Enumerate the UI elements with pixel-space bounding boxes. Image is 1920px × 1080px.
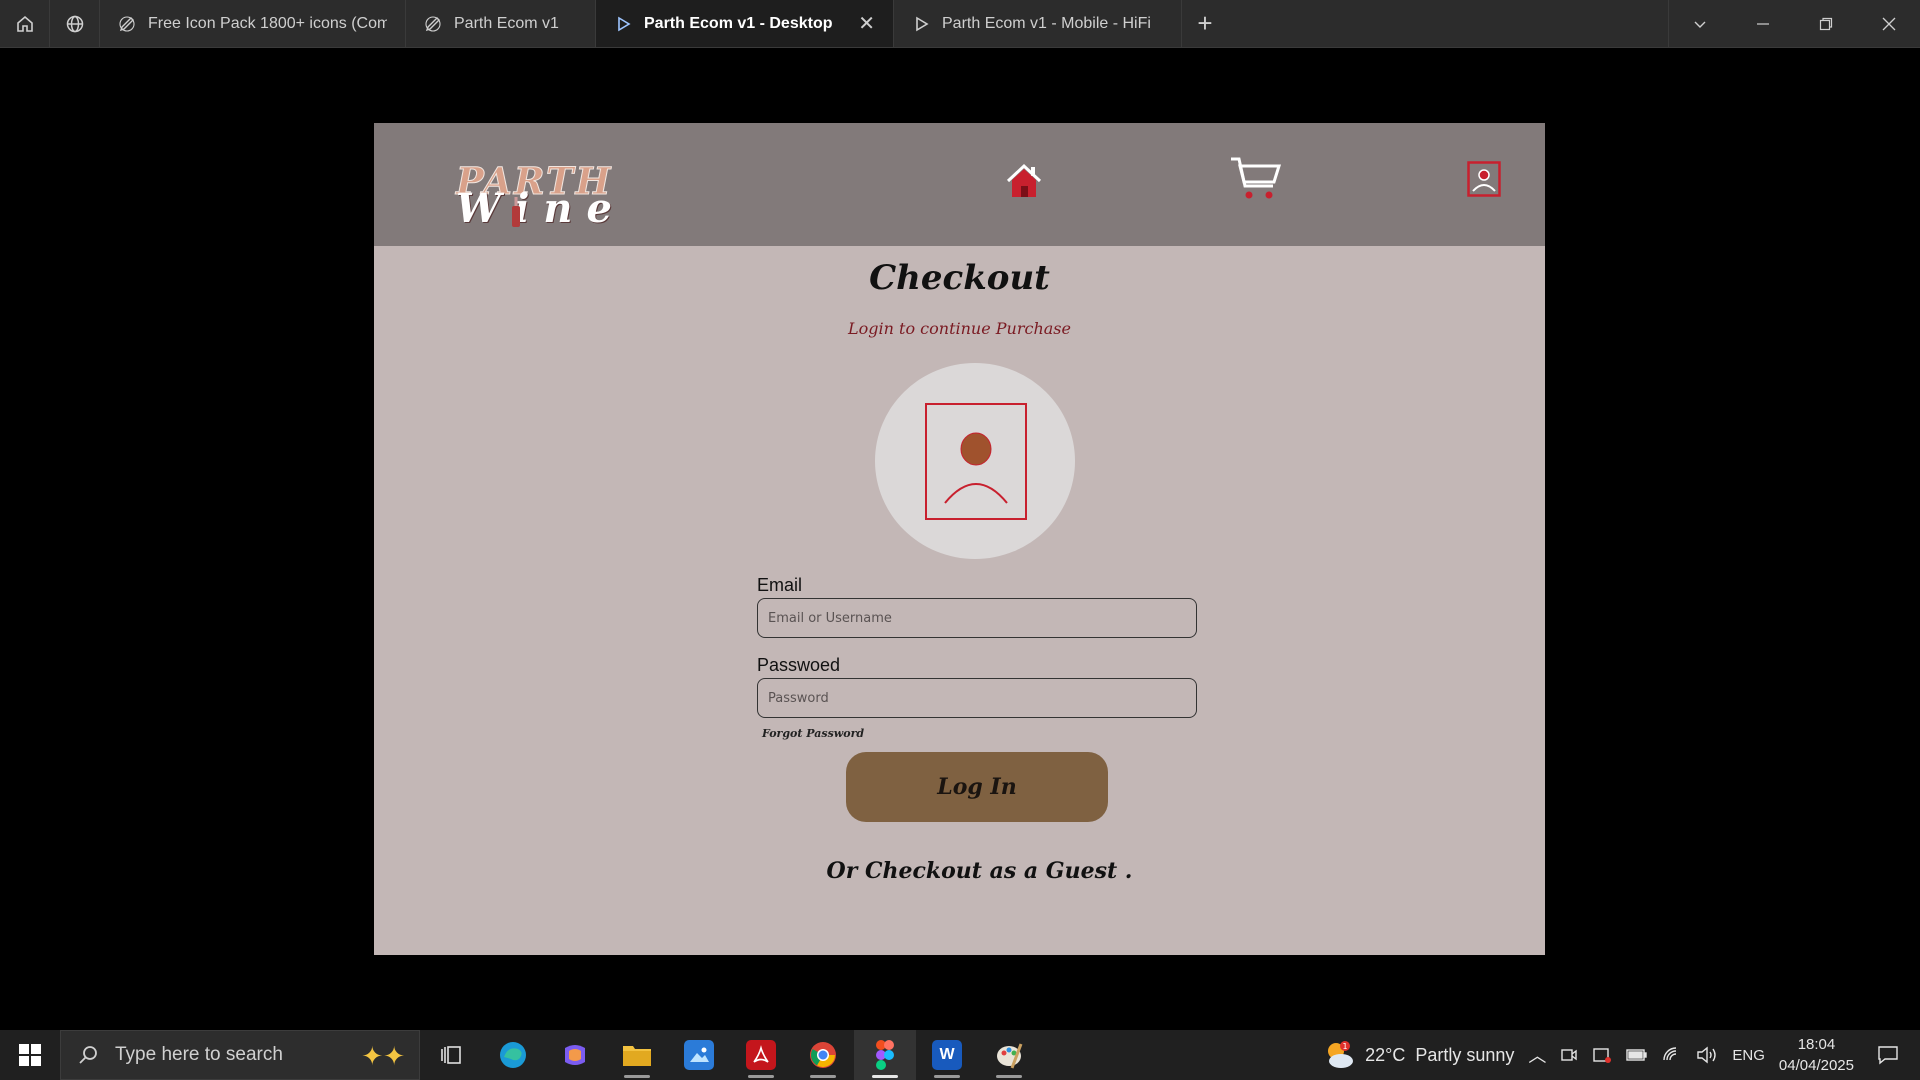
tab-bar-spacer bbox=[1228, 0, 1668, 47]
windows-taskbar: Type here to search ✦✦ W 1 22°C Partly s… bbox=[0, 1030, 1920, 1080]
paint-icon[interactable] bbox=[978, 1030, 1040, 1080]
taskbar-search-box[interactable]: Type here to search ✦✦ bbox=[60, 1030, 420, 1080]
user-account-icon[interactable] bbox=[1467, 161, 1501, 197]
weather-temp: 22°C bbox=[1365, 1044, 1406, 1065]
weather-desc: Partly sunny bbox=[1415, 1044, 1515, 1065]
copilot-sparkle-icon: ✦✦ bbox=[361, 1041, 405, 1071]
log-in-button[interactable]: Log In bbox=[846, 752, 1108, 822]
wine-bottle-icon bbox=[512, 197, 520, 227]
user-silhouette-icon bbox=[944, 432, 1008, 504]
page-title: Checkout bbox=[869, 258, 1050, 298]
restore-icon[interactable] bbox=[1794, 0, 1857, 47]
tab-label: Free Icon Pack 1800+ icons (Commun bbox=[148, 14, 387, 32]
wifi-icon[interactable] bbox=[1662, 1046, 1682, 1064]
chrome-icon[interactable] bbox=[792, 1030, 854, 1080]
chevron-down-icon[interactable] bbox=[1668, 0, 1731, 47]
meet-now-icon[interactable] bbox=[1560, 1046, 1578, 1064]
photos-tile bbox=[684, 1040, 714, 1070]
checkout-frame: PARTH Wine Checkout Login to continue Pu… bbox=[374, 123, 1545, 955]
acrobat-tile bbox=[746, 1040, 776, 1070]
task-view-icon[interactable] bbox=[420, 1030, 482, 1080]
chevron-up-icon[interactable]: ︿ bbox=[1528, 1042, 1546, 1068]
close-tab-icon[interactable]: ✕ bbox=[858, 11, 875, 36]
home-icon[interactable] bbox=[1004, 161, 1044, 201]
tab-parth-ecom-mobile[interactable]: Parth Ecom v1 - Mobile - HiFi bbox=[894, 0, 1182, 47]
tab-parth-ecom-desktop[interactable]: Parth Ecom v1 - Desktop - HiFi ✕ bbox=[596, 0, 894, 47]
notification-icon[interactable] bbox=[1868, 1045, 1908, 1065]
email-label: Email bbox=[757, 575, 803, 595]
cart-icon[interactable] bbox=[1229, 156, 1281, 202]
search-icon bbox=[79, 1046, 97, 1064]
weather-widget[interactable]: 1 22°C Partly sunny bbox=[1323, 1040, 1514, 1070]
acrobat-icon[interactable] bbox=[730, 1030, 792, 1080]
home-icon[interactable] bbox=[0, 0, 50, 47]
running-indicator bbox=[748, 1075, 774, 1078]
running-indicator bbox=[934, 1075, 960, 1078]
running-indicator bbox=[872, 1075, 898, 1078]
clock-time: 18:04 bbox=[1797, 1036, 1836, 1053]
guest-checkout-link[interactable]: Or Checkout as a Guest . bbox=[374, 858, 1585, 884]
tab-free-icon-pack[interactable]: Free Icon Pack 1800+ icons (Commun bbox=[100, 0, 406, 47]
tab-label: Parth Ecom v1 bbox=[454, 14, 559, 32]
windows-start-icon[interactable] bbox=[0, 1030, 60, 1080]
page-subtitle: Login to continue Purchase bbox=[848, 319, 1071, 338]
word-icon[interactable]: W bbox=[916, 1030, 978, 1080]
parth-wine-logo[interactable]: PARTH Wine bbox=[455, 159, 611, 233]
running-indicator bbox=[996, 1075, 1022, 1078]
play-prototype-icon bbox=[618, 16, 631, 31]
minimize-icon[interactable] bbox=[1731, 0, 1794, 47]
close-window-icon[interactable] bbox=[1857, 0, 1920, 47]
logo-line-2: Wine bbox=[456, 185, 626, 232]
forgot-password-link[interactable]: Forgot Password bbox=[762, 727, 864, 740]
new-tab-plus-icon[interactable]: + bbox=[1182, 0, 1228, 47]
running-indicator bbox=[624, 1075, 650, 1078]
partly-sunny-icon: 1 bbox=[1328, 1041, 1354, 1068]
tab-label: Parth Ecom v1 - Desktop - HiFi bbox=[644, 14, 833, 32]
word-tile: W bbox=[932, 1040, 962, 1070]
figma-draft-icon bbox=[119, 15, 135, 32]
copilot-icon[interactable] bbox=[544, 1030, 606, 1080]
security-icon[interactable] bbox=[1592, 1046, 1612, 1064]
clock-date: 04/04/2025 bbox=[1778, 1057, 1854, 1074]
language-indicator[interactable]: ENG bbox=[1732, 1047, 1765, 1064]
battery-icon[interactable] bbox=[1626, 1048, 1648, 1062]
tab-parth-ecom-v1[interactable]: Parth Ecom v1 bbox=[406, 0, 596, 47]
tab-label: Parth Ecom v1 - Mobile - HiFi bbox=[942, 14, 1151, 32]
weather-badge: 1 bbox=[1343, 1042, 1348, 1051]
edge-browser-icon[interactable] bbox=[482, 1030, 544, 1080]
volume-icon[interactable] bbox=[1696, 1046, 1718, 1064]
user-frame bbox=[925, 403, 1027, 520]
photos-app-icon[interactable] bbox=[668, 1030, 730, 1080]
password-field[interactable] bbox=[757, 678, 1197, 718]
email-field[interactable] bbox=[757, 598, 1197, 638]
search-placeholder: Type here to search bbox=[115, 1044, 283, 1065]
password-label: Passwoed bbox=[757, 655, 841, 675]
file-explorer-icon[interactable] bbox=[606, 1030, 668, 1080]
site-header: PARTH Wine bbox=[374, 123, 1545, 246]
play-prototype-icon bbox=[916, 16, 929, 31]
figma-icon[interactable] bbox=[854, 1030, 916, 1080]
clock[interactable]: 18:04 04/04/2025 bbox=[1779, 1034, 1854, 1076]
figma-tab-bar: Free Icon Pack 1800+ icons (Commun Parth… bbox=[0, 0, 1920, 48]
running-indicator bbox=[810, 1075, 836, 1078]
system-tray: 1 22°C Partly sunny ︿ ENG 18:04 04/04/20… bbox=[1323, 1030, 1920, 1080]
avatar bbox=[875, 363, 1075, 559]
figma-draft-icon bbox=[425, 15, 441, 32]
globe-icon[interactable] bbox=[50, 0, 100, 47]
